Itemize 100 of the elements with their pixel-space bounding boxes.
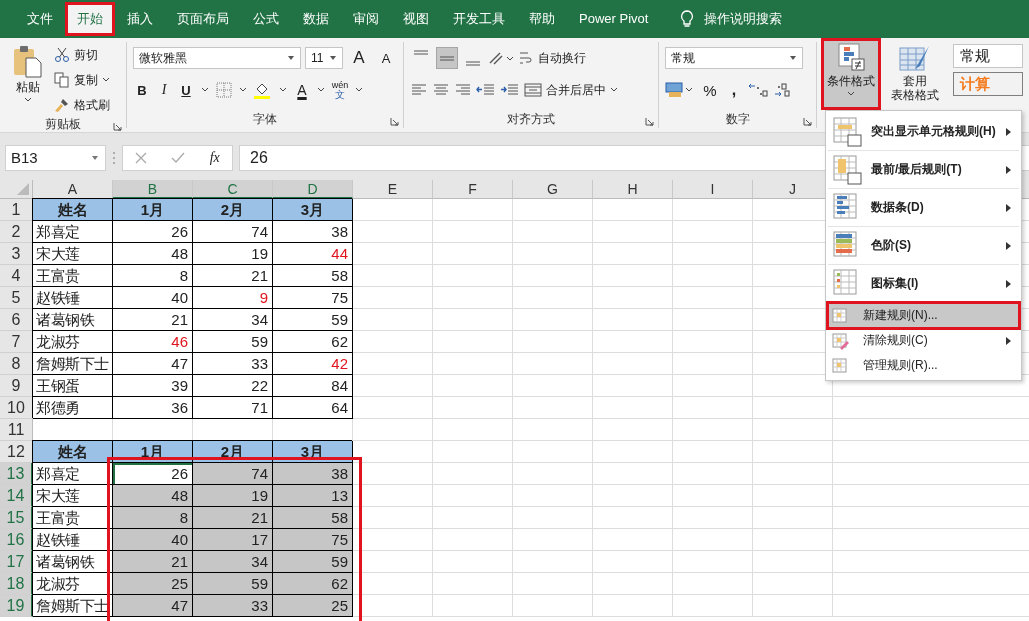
menu-item[interactable]: 管理规则(R)...	[828, 353, 1019, 378]
number-format-field[interactable]: 常规	[665, 47, 803, 69]
cancel-icon[interactable]	[135, 151, 148, 164]
increase-indent-icon[interactable]	[500, 83, 520, 97]
ribbon-tab[interactable]: Power Pivot	[569, 4, 659, 34]
dialog-launcher-icon[interactable]	[645, 117, 654, 126]
merge-center-button[interactable]: 合并后居中	[524, 79, 618, 101]
lines-icon	[466, 61, 480, 66]
align-center-icon[interactable]	[432, 83, 450, 97]
group-label: 数字	[725, 110, 750, 128]
menu-item[interactable]: 色阶(S)	[828, 227, 1019, 265]
row-header[interactable]: 1	[0, 199, 33, 221]
percent-button[interactable]: %	[699, 79, 721, 101]
caret-icon[interactable]	[239, 87, 247, 93]
ribbon-tab[interactable]: 公式	[243, 4, 289, 34]
comma-style-button[interactable]: ,	[725, 79, 743, 101]
column-header[interactable]: E	[353, 180, 433, 199]
name-box[interactable]: B13	[5, 144, 106, 171]
align-right-icon[interactable]	[454, 83, 472, 97]
menu-item[interactable]: 突出显示单元格规则(H)	[828, 113, 1019, 151]
row-header[interactable]: 15	[0, 507, 33, 529]
decrease-indent-icon[interactable]	[476, 83, 496, 97]
row-header[interactable]: 7	[0, 331, 33, 353]
decrease-font-button[interactable]: A	[375, 47, 397, 69]
paste-button[interactable]: 粘贴	[6, 42, 50, 116]
caret-icon[interactable]	[317, 87, 325, 93]
font-name-field[interactable]: 微软雅黑	[133, 47, 301, 69]
table-cell: 1月	[113, 199, 193, 221]
table-cell: 25	[113, 573, 193, 595]
table-cell: 75	[273, 529, 353, 551]
row-header[interactable]: 17	[0, 551, 33, 573]
row-header[interactable]: 9	[0, 375, 33, 397]
group-label: 字体	[253, 110, 277, 128]
column-header[interactable]: G	[513, 180, 593, 199]
ribbon-tab[interactable]: 视图	[393, 4, 439, 34]
row-header[interactable]: 11	[0, 419, 33, 441]
row-header[interactable]: 3	[0, 243, 33, 265]
ribbon-tab[interactable]: 开始	[67, 4, 113, 34]
table-cell: 62	[273, 331, 353, 353]
ribbon-tab[interactable]: 数据	[293, 4, 339, 34]
menu-item[interactable]: 清除规则(C)	[828, 328, 1019, 353]
table-cell: 21	[193, 507, 273, 529]
row-header[interactable]: 12	[0, 441, 33, 463]
fill-color-icon[interactable]	[253, 81, 273, 99]
ribbon-tab[interactable]: 帮助	[519, 4, 565, 34]
row-header[interactable]: 13	[0, 463, 33, 485]
tell-me-search[interactable]: 操作说明搜索	[680, 10, 783, 28]
ribbon-tab[interactable]: 页面布局	[167, 4, 239, 34]
table-cell: 62	[273, 573, 353, 595]
caret-icon[interactable]	[279, 87, 287, 93]
phonetic-button[interactable]: wén 文	[331, 79, 349, 101]
check-icon[interactable]	[171, 151, 186, 164]
wrap-text-button[interactable]: 自动换行	[518, 47, 586, 69]
format-painter-button[interactable]: 格式刷	[54, 94, 110, 116]
caret-icon	[610, 87, 618, 93]
insert-function-button[interactable]: fx	[209, 149, 220, 166]
column-header[interactable]: F	[433, 180, 513, 199]
row-header[interactable]: 10	[0, 397, 33, 419]
conditional-formatting-button[interactable]: 条件格式	[823, 40, 879, 108]
row-header[interactable]: 8	[0, 353, 33, 375]
row-header[interactable]: 4	[0, 265, 33, 287]
menu-item[interactable]: 数据条(D)	[828, 189, 1019, 227]
align-left-icon[interactable]	[410, 83, 428, 97]
ribbon-tab[interactable]: 文件	[17, 4, 63, 34]
increase-decimal-icon[interactable]	[747, 81, 769, 99]
font-size-field[interactable]: 11	[305, 47, 343, 69]
text-orientation-icon[interactable]	[488, 50, 514, 66]
column-header[interactable]: I	[673, 180, 753, 199]
column-header[interactable]: H	[593, 180, 673, 199]
cut-button[interactable]: 剪切	[54, 44, 110, 66]
table-cell: 郑喜定	[33, 463, 113, 485]
cell-style-item[interactable]: 常规	[953, 44, 1023, 68]
table-cell: 21	[113, 309, 193, 331]
row-header[interactable]: 19	[0, 595, 33, 617]
caret-icon[interactable]	[201, 87, 209, 93]
bold-button[interactable]: B	[133, 79, 151, 101]
dropdown-icon	[789, 55, 797, 61]
dialog-launcher-icon[interactable]	[113, 122, 122, 131]
copy-button[interactable]: 复制	[54, 69, 110, 91]
italic-button[interactable]: I	[155, 79, 173, 101]
underline-button[interactable]: U	[177, 79, 195, 101]
ribbon-tab[interactable]: 审阅	[343, 4, 389, 34]
grip-icon[interactable]	[112, 150, 116, 165]
row-header[interactable]: 18	[0, 573, 33, 595]
ribbon-tab[interactable]: 开发工具	[443, 4, 515, 34]
menu-item[interactable]: 新建规则(N)...	[828, 303, 1019, 328]
currency-icon[interactable]	[665, 81, 695, 99]
ribbon-tab[interactable]: 插入	[117, 4, 163, 34]
table-cell: 58	[273, 507, 353, 529]
font-color-button[interactable]: A	[293, 79, 311, 101]
caret-icon[interactable]	[355, 87, 363, 93]
dialog-launcher-icon[interactable]	[803, 117, 812, 126]
row-header[interactable]: 14	[0, 485, 33, 507]
dialog-launcher-icon[interactable]	[390, 117, 399, 126]
menu-item[interactable]: 最前/最后规则(T)	[828, 151, 1019, 189]
row-header[interactable]: 2	[0, 221, 33, 243]
row-header[interactable]: 6	[0, 309, 33, 331]
row-header[interactable]: 16	[0, 529, 33, 551]
increase-font-button[interactable]: A	[347, 47, 371, 69]
row-header[interactable]: 5	[0, 287, 33, 309]
